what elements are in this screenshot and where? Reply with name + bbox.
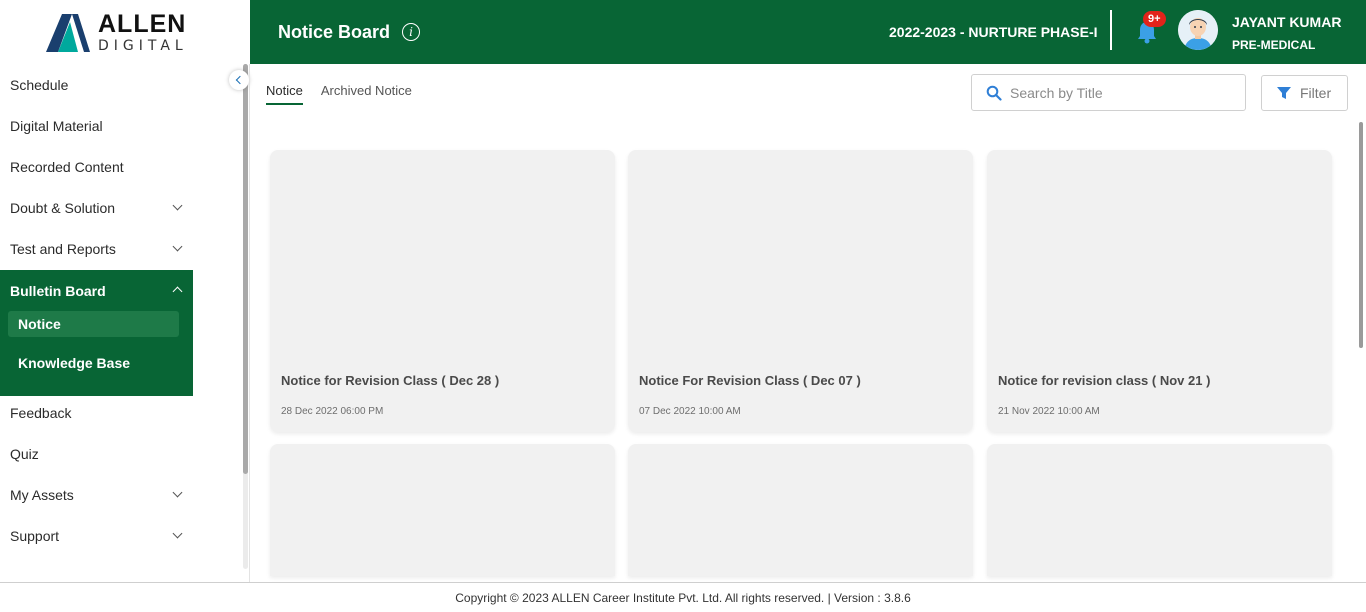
logo-brand-text: ALLEN	[98, 9, 187, 38]
search-input[interactable]	[1010, 84, 1230, 101]
logo[interactable]: ALLEN DIGITAL	[0, 0, 250, 64]
sidebar: Schedule Digital Material Recorded Conte…	[0, 64, 250, 582]
notice-card[interactable]	[628, 444, 973, 576]
sidebar-subitem-knowledge-base[interactable]: Knowledge Base	[8, 350, 179, 376]
chevron-left-icon	[235, 75, 245, 85]
sidebar-item-label: Test and Reports	[10, 240, 116, 257]
main-scrollbar[interactable]	[1358, 120, 1364, 575]
notice-card-title: Notice for revision class ( Nov 21 )	[998, 373, 1211, 388]
footer: Copyright © 2023 ALLEN Career Institute …	[0, 582, 1366, 612]
session-label[interactable]: 2022-2023 - NURTURE PHASE-I	[889, 24, 1098, 40]
chevron-down-icon	[172, 241, 183, 252]
sidebar-item-label: Bulletin Board	[10, 282, 106, 299]
notice-card[interactable]	[987, 444, 1332, 576]
allen-logo-icon	[46, 14, 90, 52]
sidebar-item-label: Quiz	[10, 445, 39, 462]
tab-notice[interactable]: Notice	[266, 83, 303, 105]
logo-sub-text: DIGITAL	[98, 37, 188, 54]
notice-card-date: 07 Dec 2022 10:00 AM	[639, 406, 741, 417]
search-icon	[986, 85, 1002, 101]
notice-card[interactable]: Notice For Revision Class ( Dec 07 ) 07 …	[628, 150, 973, 432]
avatar-image-icon	[1178, 10, 1218, 50]
sidebar-border	[249, 64, 250, 582]
sidebar-item-support[interactable]: Support	[0, 515, 193, 556]
filter-icon	[1277, 87, 1291, 99]
sidebar-item-doubt-solution[interactable]: Doubt & Solution	[0, 187, 193, 228]
sidebar-scrollbar-thumb[interactable]	[243, 64, 248, 474]
avatar[interactable]	[1178, 10, 1218, 50]
sidebar-collapse-button[interactable]	[229, 70, 249, 90]
sidebar-item-quiz[interactable]: Quiz	[0, 433, 193, 474]
sidebar-item-feedback[interactable]: Feedback	[0, 392, 193, 433]
user-course: PRE-MEDICAL	[1232, 38, 1316, 52]
copyright-text: Copyright © 2023 ALLEN Career Institute …	[455, 590, 911, 605]
header-divider	[1110, 10, 1112, 50]
chevron-down-icon	[172, 528, 183, 539]
notice-card[interactable]	[270, 444, 615, 576]
sidebar-scrollbar[interactable]	[243, 64, 248, 569]
sidebar-item-bulletin-board[interactable]: Bulletin Board	[0, 270, 193, 311]
top-header: Notice Board i 2022-2023 - NURTURE PHASE…	[250, 0, 1366, 64]
chevron-up-icon	[172, 286, 183, 297]
filter-button[interactable]: Filter	[1261, 75, 1348, 111]
notice-card-date: 28 Dec 2022 06:00 PM	[281, 406, 384, 417]
sidebar-group-bulletin-board: Bulletin Board Notice Knowledge Base	[0, 270, 193, 396]
sidebar-item-label: Feedback	[10, 404, 72, 421]
sidebar-item-test-reports[interactable]: Test and Reports	[0, 228, 193, 269]
notice-tabs: Notice Archived Notice	[266, 83, 412, 105]
tab-archived-notice[interactable]: Archived Notice	[321, 83, 412, 105]
sidebar-subitem-notice[interactable]: Notice	[8, 311, 179, 337]
sidebar-item-label: Recorded Content	[10, 158, 124, 175]
page-title: Notice Board	[278, 21, 391, 42]
chevron-down-icon	[172, 200, 183, 211]
sidebar-item-digital-material[interactable]: Digital Material	[0, 105, 193, 146]
sidebar-item-label: Support	[10, 527, 60, 544]
sidebar-item-label: Digital Material	[10, 117, 103, 134]
notice-card-title: Notice For Revision Class ( Dec 07 )	[639, 373, 861, 388]
notice-card-title: Notice for Revision Class ( Dec 28 )	[281, 373, 500, 388]
sidebar-item-my-assets[interactable]: My Assets	[0, 474, 193, 515]
info-icon[interactable]: i	[402, 23, 421, 41]
sidebar-item-label: My Assets	[10, 486, 74, 503]
notice-card[interactable]: Notice for Revision Class ( Dec 28 ) 28 …	[270, 150, 615, 432]
sidebar-item-recorded-content[interactable]: Recorded Content	[0, 146, 193, 187]
app-root: ALLEN DIGITAL Notice Board i 2022-2023 -…	[0, 0, 1366, 612]
sidebar-item-schedule[interactable]: Schedule	[0, 64, 193, 105]
notice-card-date: 21 Nov 2022 10:00 AM	[998, 406, 1100, 417]
main-scrollbar-thumb[interactable]	[1359, 122, 1363, 348]
search-box	[971, 74, 1246, 111]
chevron-down-icon	[172, 487, 183, 498]
sidebar-item-label: Doubt & Solution	[10, 199, 116, 216]
sidebar-item-label: Schedule	[10, 76, 69, 93]
filter-label: Filter	[1300, 85, 1332, 101]
notice-card[interactable]: Notice for revision class ( Nov 21 ) 21 …	[987, 150, 1332, 432]
notification-badge: 9+	[1143, 11, 1166, 27]
user-name[interactable]: JAYANT KUMAR	[1232, 14, 1341, 30]
